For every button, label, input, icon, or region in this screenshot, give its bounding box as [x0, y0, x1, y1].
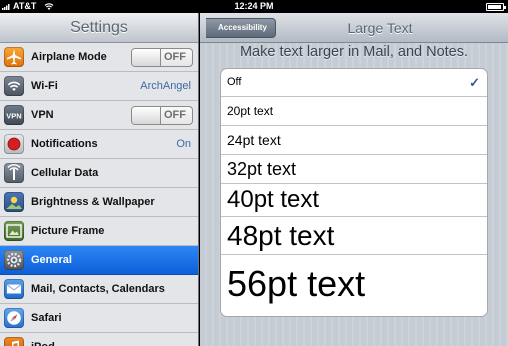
option-40pt[interactable]: 40pt text	[221, 184, 487, 217]
ipod-icon	[4, 337, 24, 346]
airplane-icon	[4, 47, 24, 67]
status-bar: AT&T 12:24 PM	[0, 0, 508, 13]
battery-icon	[486, 3, 506, 11]
option-48pt[interactable]: 48pt text	[221, 217, 487, 255]
option-24pt[interactable]: 24pt text	[221, 126, 487, 155]
navigation-bar: Large Text Accessibility	[200, 13, 508, 43]
option-label: 20pt text	[227, 104, 274, 118]
settings-item-brightness-wallpaper[interactable]: Brightness & Wallpaper	[0, 188, 198, 217]
picture-frame-icon	[4, 221, 24, 241]
settings-list: Airplane Mode OFF Wi-Fi ArchAngel VPN VP…	[0, 43, 198, 346]
settings-item-label: Safari	[31, 312, 62, 324]
notifications-value: On	[176, 138, 191, 150]
option-32pt[interactable]: 32pt text	[221, 155, 487, 184]
settings-item-label: Picture Frame	[31, 225, 105, 237]
airplane-mode-toggle[interactable]: OFF	[131, 48, 193, 67]
safari-compass-icon	[4, 308, 24, 328]
settings-item-picture-frame[interactable]: Picture Frame	[0, 217, 198, 246]
settings-title: Settings	[0, 13, 198, 43]
settings-item-label: VPN	[31, 109, 54, 121]
vpn-toggle[interactable]: OFF	[131, 106, 193, 125]
mail-icon	[4, 279, 24, 299]
settings-item-wifi[interactable]: Wi-Fi ArchAngel	[0, 72, 198, 101]
toggle-state: OFF	[164, 51, 186, 63]
settings-item-cellular-data[interactable]: Cellular Data	[0, 159, 198, 188]
toggle-state: OFF	[164, 109, 186, 121]
settings-item-label: Cellular Data	[31, 167, 99, 179]
option-off[interactable]: Off ✓	[221, 69, 487, 97]
settings-sidebar: Settings Airplane Mode OFF Wi-Fi ArchAng…	[0, 13, 199, 346]
option-label: 24pt text	[227, 132, 281, 148]
option-label: 40pt text	[227, 186, 320, 213]
section-header: Make text larger in Mail, and Notes.	[239, 44, 469, 60]
checkmark-icon: ✓	[469, 75, 480, 90]
cellular-data-icon	[4, 163, 24, 183]
option-label: Off	[227, 76, 242, 88]
general-gear-icon	[4, 250, 24, 270]
option-20pt[interactable]: 20pt text	[221, 97, 487, 126]
status-time: 12:24 PM	[234, 1, 274, 11]
wifi-icon	[4, 76, 24, 96]
vpn-icon: VPN	[4, 105, 24, 125]
detail-pane: Large Text Accessibility Make text large…	[200, 13, 508, 346]
settings-item-label: Notifications	[31, 138, 98, 150]
settings-item-label: Airplane Mode	[31, 51, 107, 63]
settings-item-vpn[interactable]: VPN VPN OFF	[0, 101, 198, 130]
option-label: 32pt text	[227, 159, 297, 179]
back-button-label: Accessibility	[218, 23, 267, 32]
settings-item-airplane-mode[interactable]: Airplane Mode OFF	[0, 43, 198, 72]
settings-item-label: General	[31, 254, 72, 266]
notifications-icon	[4, 134, 24, 154]
option-label: 48pt text	[227, 220, 335, 251]
settings-item-ipod[interactable]: iPod	[0, 333, 198, 346]
option-56pt[interactable]: 56pt text	[221, 255, 487, 316]
option-label: 56pt text	[227, 263, 366, 304]
settings-item-label: iPod	[31, 333, 55, 346]
settings-item-mail-contacts-calendars[interactable]: Mail, Contacts, Calendars	[0, 275, 198, 304]
settings-item-general[interactable]: General	[0, 246, 198, 275]
back-button-accessibility[interactable]: Accessibility	[206, 18, 276, 38]
settings-item-label: Mail, Contacts, Calendars	[31, 283, 165, 295]
settings-item-notifications[interactable]: Notifications On	[0, 130, 198, 159]
settings-item-safari[interactable]: Safari	[0, 304, 198, 333]
large-text-options: Off ✓ 20pt text 24pt text 32pt text 40pt…	[220, 68, 488, 317]
settings-item-label: Brightness & Wallpaper	[31, 196, 155, 208]
settings-item-label: Wi-Fi	[31, 80, 58, 92]
brightness-wallpaper-icon	[4, 192, 24, 212]
vpn-icon-text: VPN	[6, 112, 21, 121]
wifi-network-value: ArchAngel	[140, 80, 191, 92]
